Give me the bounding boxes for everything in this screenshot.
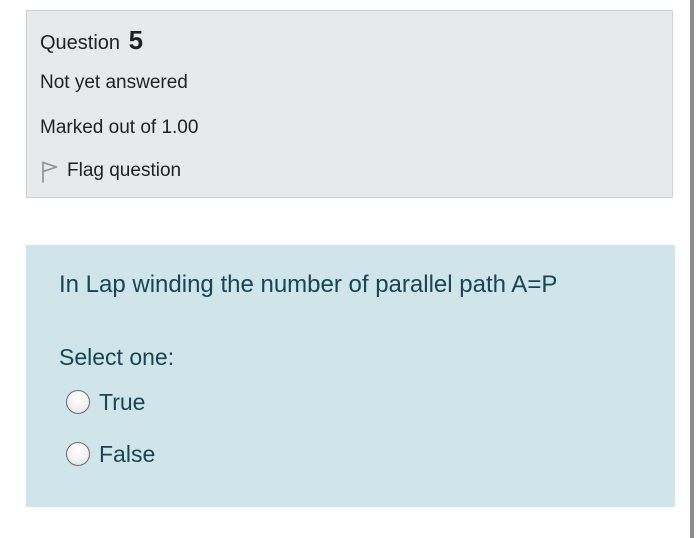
select-one-prompt: Select one: — [59, 344, 175, 370]
radio-button-false[interactable] — [66, 442, 90, 466]
question-formulation-panel: In Lap winding the number of parallel pa… — [26, 245, 675, 507]
question-info-panel: Question 5 Not yet answered Marked out o… — [26, 10, 673, 198]
answer-label-false: False — [99, 441, 156, 467]
question-number: 5 — [128, 25, 144, 55]
flag-icon — [42, 161, 58, 183]
question-heading: Question 5 — [40, 25, 143, 58]
answer-label-true: True — [99, 389, 146, 415]
flag-question-label: Flag question — [67, 160, 182, 181]
answer-option-true[interactable]: True — [66, 387, 145, 417]
flag-question-link[interactable]: Flag question — [40, 159, 181, 183]
question-heading-label: Question — [40, 32, 121, 54]
question-status: Not yet answered — [40, 72, 188, 93]
page-edge-divider — [690, 0, 694, 538]
radio-button-true[interactable] — [66, 390, 90, 414]
answer-option-false[interactable]: False — [66, 439, 155, 469]
question-marks: Marked out of 1.00 — [40, 117, 199, 138]
question-text: In Lap winding the number of parallel pa… — [59, 271, 558, 298]
